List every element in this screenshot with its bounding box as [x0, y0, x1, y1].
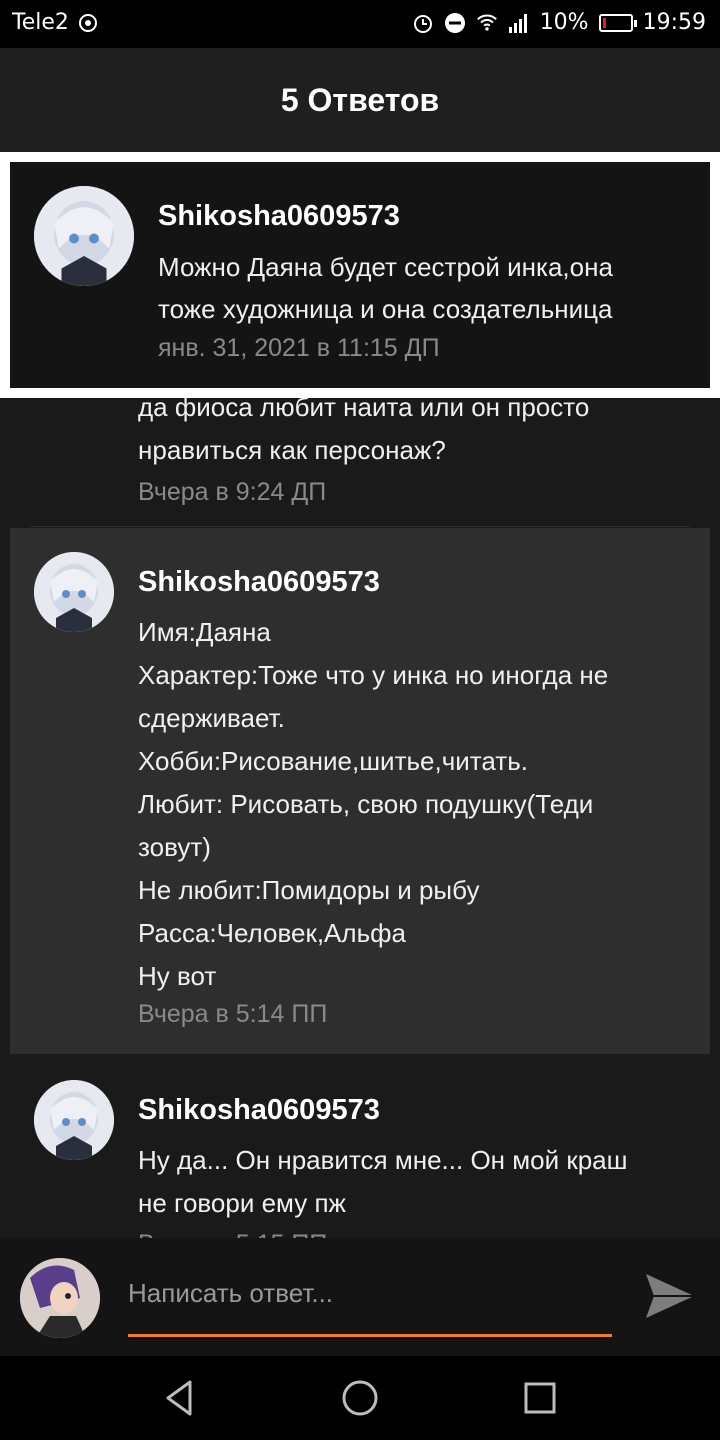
- user-avatar[interactable]: [34, 1080, 114, 1160]
- hotspot-icon: [77, 12, 99, 34]
- status-bar: Tele2 10% 19:59: [0, 0, 720, 48]
- username[interactable]: Shikosha0609573: [138, 1094, 380, 1127]
- reply-item[interactable]: Shikosha0609573 Имя:Даяна Характер:Тоже …: [10, 528, 710, 1054]
- app-bar: 5 Ответов: [0, 48, 720, 152]
- page-title: 5 Ответов: [280, 81, 440, 118]
- reply-text-line: Ну вот: [138, 961, 217, 991]
- battery-percent: 10%: [539, 10, 589, 35]
- home-icon: [342, 1380, 378, 1416]
- reply-text-line: Характер:Тоже что у инка но иногда не: [138, 660, 609, 690]
- recents-icon: [524, 1382, 556, 1414]
- reply-text-line: Любит: Рисовать, свою подушку(Теди: [138, 789, 594, 819]
- reply-text-line: Хобби:Рисование,шитье,читать.: [138, 746, 528, 776]
- reply-input[interactable]: Написать ответ...: [128, 1278, 612, 1337]
- reply-composer: Написать ответ...: [0, 1238, 720, 1356]
- reply-text-line: Расса:Человек,Альфа: [138, 918, 406, 948]
- send-button[interactable]: [642, 1268, 698, 1324]
- my-avatar[interactable]: [20, 1258, 100, 1338]
- replies-list[interactable]: да фиоса любит наита или он просто нрави…: [0, 152, 720, 1238]
- reply-text-line: Ну да... Он нравится мне... Он мой краш: [138, 1145, 628, 1175]
- comment-text-line: тоже художница и она создательница: [158, 294, 613, 324]
- wifi-icon: [476, 12, 498, 34]
- reply-text-line: Имя:Даяна: [138, 617, 271, 647]
- dnd-icon: [444, 12, 466, 34]
- reply-text-line: не говори ему пж: [138, 1188, 346, 1218]
- back-button[interactable]: [158, 1376, 202, 1420]
- back-icon: [166, 1380, 192, 1416]
- reply-text-line: сдерживает.: [138, 703, 285, 733]
- reply-time: Вчера в 5:14 ПП: [138, 1000, 328, 1028]
- send-icon: [646, 1274, 694, 1318]
- comment-time: янв. 31, 2021 в 11:15 ДП: [158, 334, 440, 362]
- parent-comment-card[interactable]: Shikosha0609573 Можно Даяна будет сестро…: [0, 152, 720, 398]
- reply-time: Вчера в 9:24 ДП: [138, 478, 327, 506]
- carrier-label: Tele2: [12, 10, 69, 35]
- reply-time: Вчера в 5:15 ПП: [138, 1230, 327, 1238]
- comment-text-line: Можно Даяна будет сестрой инка,она: [158, 252, 613, 282]
- user-avatar[interactable]: [34, 186, 134, 286]
- reply-text-line: Не любит:Помидоры и рыбу: [138, 875, 480, 905]
- username[interactable]: Shikosha0609573: [158, 200, 400, 233]
- alarm-icon: [412, 12, 434, 34]
- system-nav-bar: [0, 1356, 720, 1440]
- battery-icon: [598, 13, 637, 32]
- home-button[interactable]: [338, 1376, 382, 1420]
- user-avatar[interactable]: [34, 552, 114, 632]
- username[interactable]: Shikosha0609573: [138, 566, 380, 599]
- reply-text-line: зовут): [138, 832, 211, 862]
- signal-icon: [508, 12, 530, 34]
- battery-level-fill: [602, 17, 606, 28]
- clock: 19:59: [642, 10, 706, 35]
- divider: [30, 526, 690, 527]
- recents-button[interactable]: [518, 1376, 562, 1420]
- reply-item[interactable]: Shikosha0609573 Ну да... Он нравится мне…: [10, 1058, 710, 1238]
- reply-item[interactable]: да фиоса любит наита или он просто нрави…: [10, 378, 710, 526]
- reply-placeholder: Написать ответ...: [128, 1278, 334, 1308]
- reply-text-line: нравиться как персонаж?: [138, 435, 446, 465]
